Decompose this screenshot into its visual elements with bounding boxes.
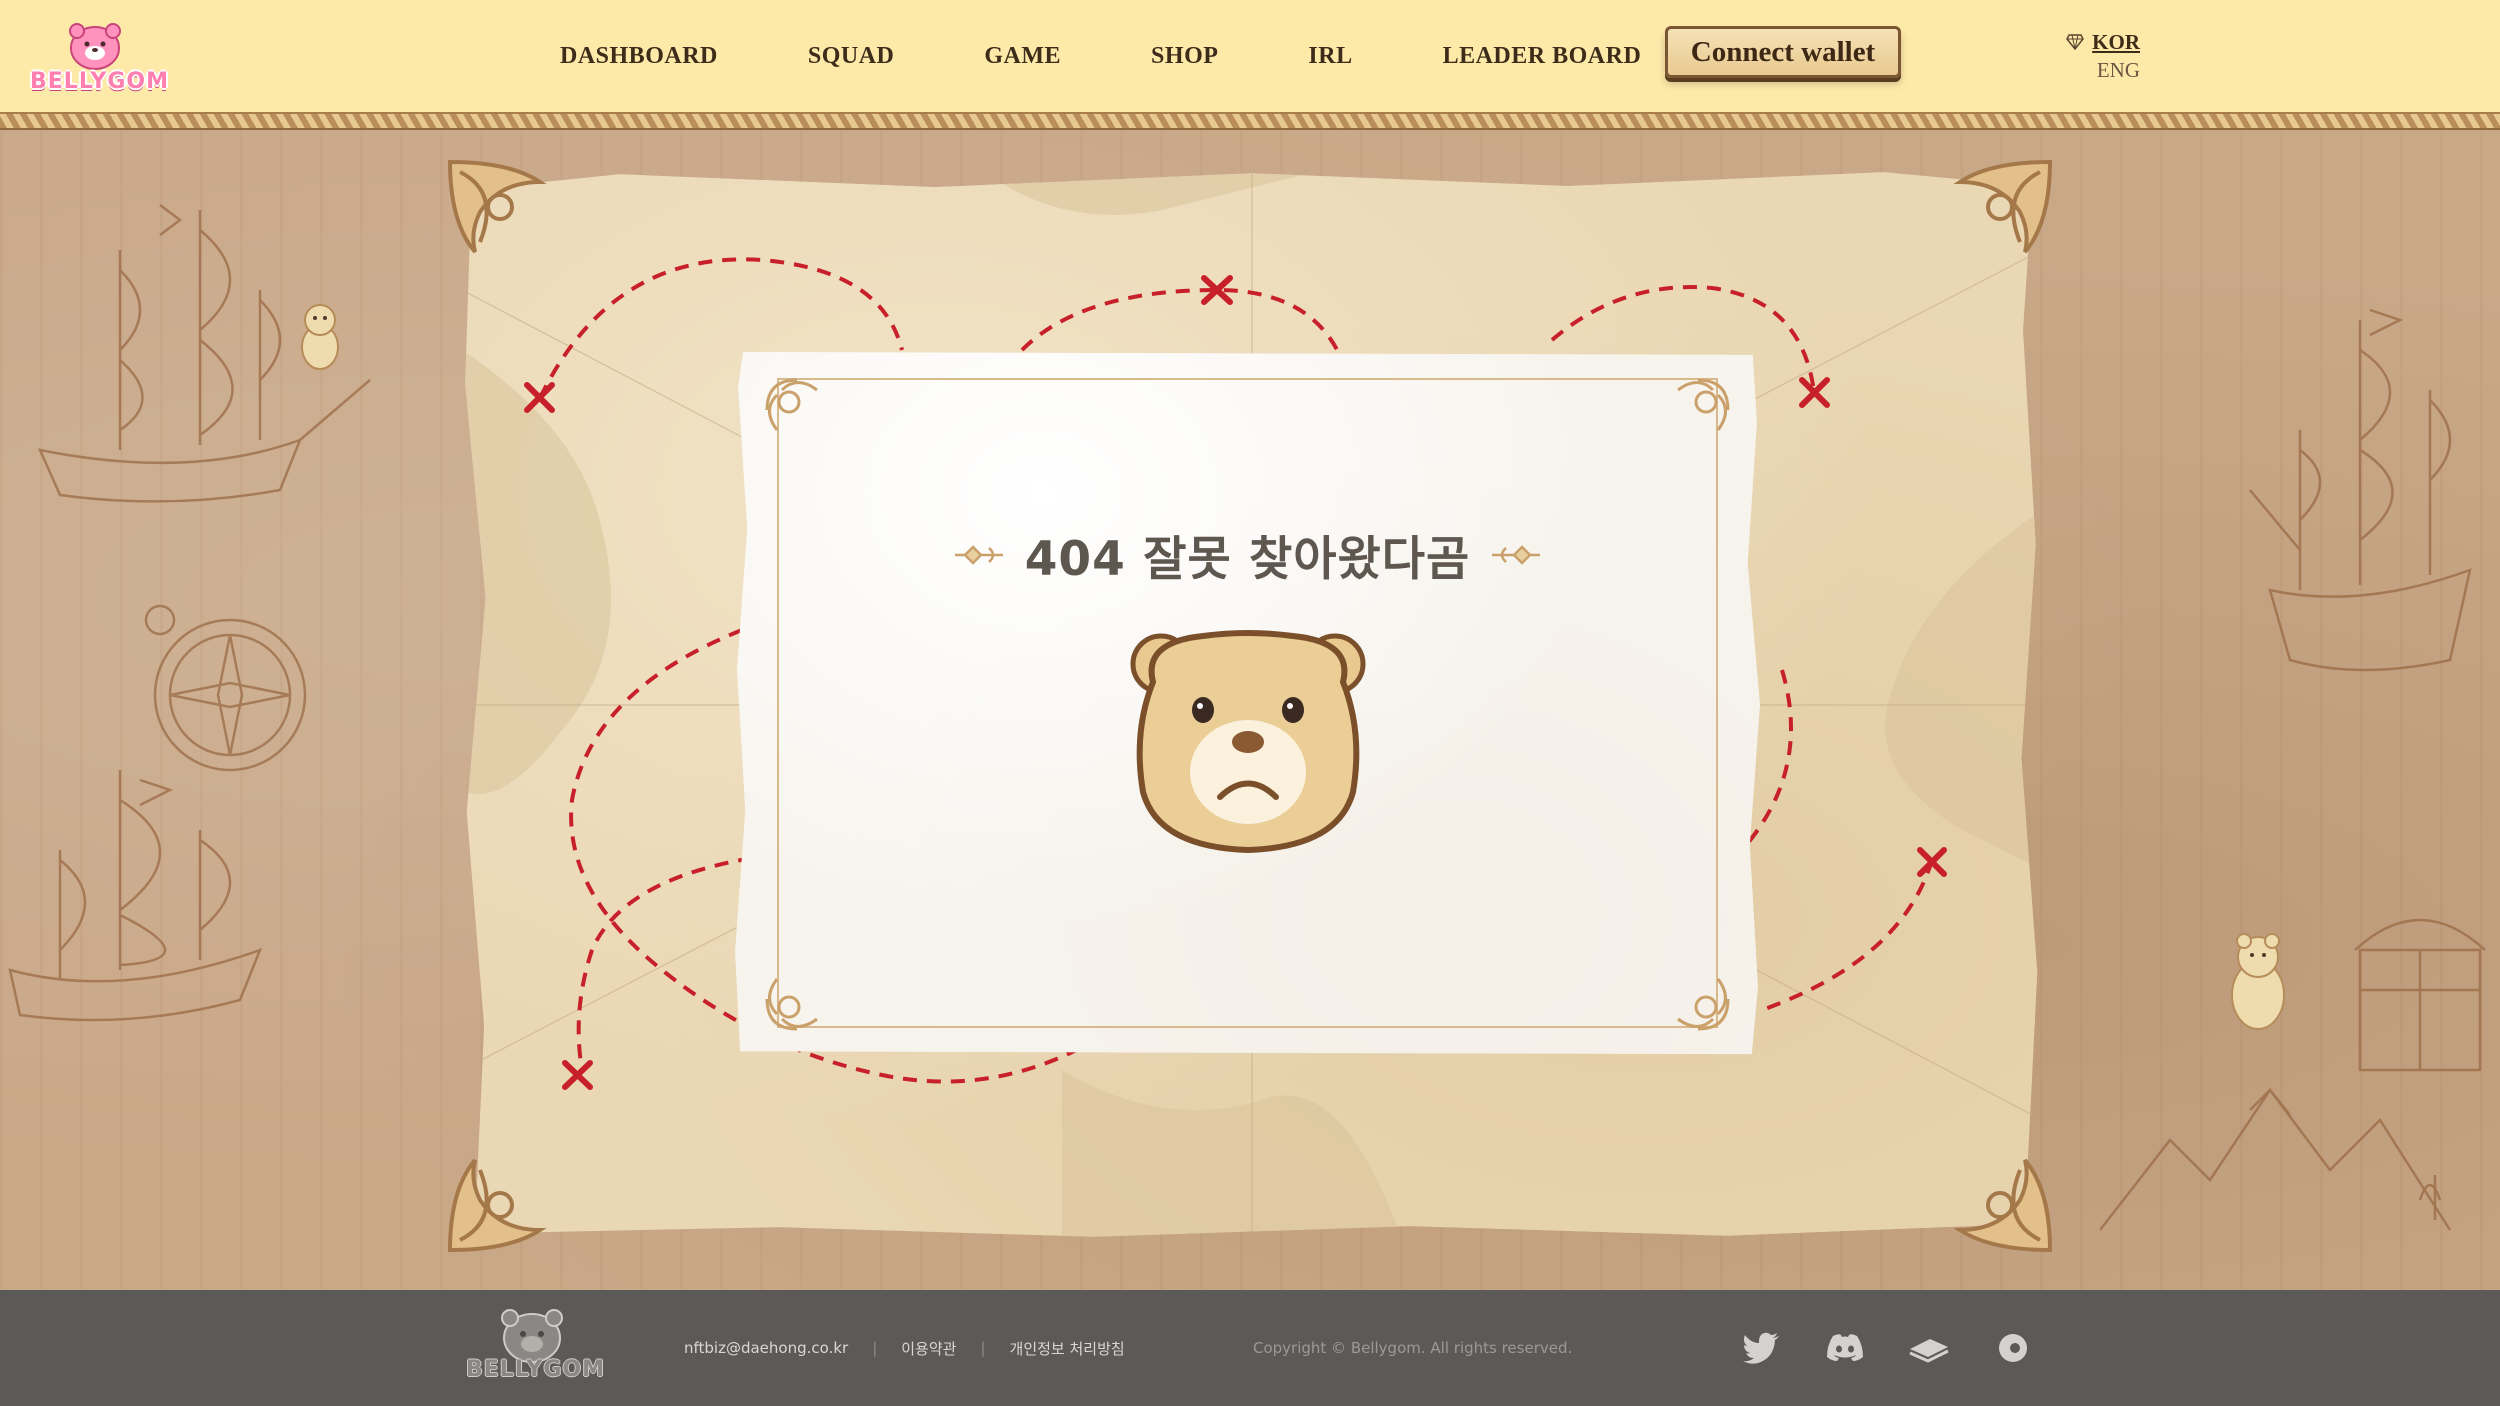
title-flourish-left-icon: [954, 544, 1003, 565]
error-title: 404 잘못 찾아왔다곰: [1024, 532, 1471, 587]
footer-terms-link[interactable]: 이용약관: [901, 1338, 956, 1359]
small-bear-sketch: [2231, 933, 2285, 1030]
twitter-link[interactable]: [1740, 1327, 1782, 1369]
lang-option-kor[interactable]: KOR: [2030, 28, 2140, 56]
small-bear-on-ship: [301, 304, 339, 370]
main-nav: DASHBOARD SQUAD GAME SHOP IRL LEADER BOA…: [560, 0, 1641, 112]
card-ornament-bottom-right: [1677, 978, 1730, 1031]
nav-dashboard[interactable]: DASHBOARD: [560, 43, 718, 70]
bellygom-logo[interactable]: BELLYGOM: [30, 22, 169, 94]
discord-icon: [1827, 1334, 1863, 1361]
logo-wordmark: BELLYGOM: [30, 69, 169, 94]
site-footer: BELLYGOM nftbiz@daehong.co.kr | 이용약관 | 개…: [0, 1290, 2500, 1406]
footer-divider: |: [980, 1339, 986, 1357]
opensea-link[interactable]: [1992, 1327, 2034, 1369]
gitbook-link[interactable]: [1908, 1327, 1950, 1369]
lang-option-eng[interactable]: ENG: [2030, 56, 2140, 84]
nav-game[interactable]: GAME: [984, 43, 1061, 70]
error-title-row: 404 잘못 찾아왔다곰: [735, 520, 1760, 589]
lang-kor-label: KOR: [2092, 29, 2140, 54]
discord-link[interactable]: [1824, 1327, 1866, 1369]
gitbook-icon: [1909, 1339, 1949, 1363]
ornament-corner-bottom-left: [447, 1158, 547, 1253]
twitter-icon: [1743, 1332, 1779, 1364]
lang-eng-label: ENG: [2096, 57, 2140, 82]
card-ornament-top-left: [765, 378, 818, 431]
background-sketches-right: [2100, 308, 2486, 1231]
connect-wallet-button[interactable]: Connect wallet: [1665, 26, 1901, 78]
footer-logo-wordmark: BELLYGOM: [466, 1357, 605, 1382]
background-sketches-left: [8, 204, 371, 1022]
ornament-corner-top-left: [447, 159, 547, 254]
footer-divider: |: [872, 1339, 878, 1357]
footer-logo[interactable]: BELLYGOM: [466, 1308, 605, 1390]
rope-divider: [0, 112, 2500, 130]
nav-squad[interactable]: SQUAD: [808, 43, 895, 70]
sad-bear-face-icon: [1130, 630, 1366, 854]
error-card: 404 잘못 찾아왔다곰: [735, 352, 1760, 1055]
ornament-corner-bottom-right: [1953, 1158, 2053, 1253]
nav-shop[interactable]: SHOP: [1151, 43, 1218, 70]
social-links: [1740, 1290, 2034, 1406]
card-ornament-top-right: [1677, 378, 1730, 431]
language-switcher: KOR ENG: [2030, 28, 2140, 84]
nav-leader-board[interactable]: LEADER BOARD: [1443, 43, 1642, 70]
footer-email-link[interactable]: nftbiz@daehong.co.kr: [684, 1339, 848, 1357]
copyright-text: Copyright © Bellygom. All rights reserve…: [1253, 1339, 1573, 1357]
nav-irl[interactable]: IRL: [1308, 43, 1352, 70]
card-ornament-bottom-left: [765, 978, 818, 1031]
diamond-icon: [2066, 34, 2085, 50]
title-flourish-right-icon: [1492, 544, 1541, 565]
footer-privacy-link[interactable]: 개인정보 처리방침: [1010, 1338, 1125, 1359]
top-header: BELLYGOM DASHBOARD SQUAD GAME SHOP IRL L…: [0, 0, 2500, 112]
footer-links: nftbiz@daehong.co.kr | 이용약관 | 개인정보 처리방침: [684, 1290, 1125, 1406]
opensea-icon: [1999, 1334, 2027, 1362]
ornament-corner-top-right: [1953, 159, 2053, 254]
